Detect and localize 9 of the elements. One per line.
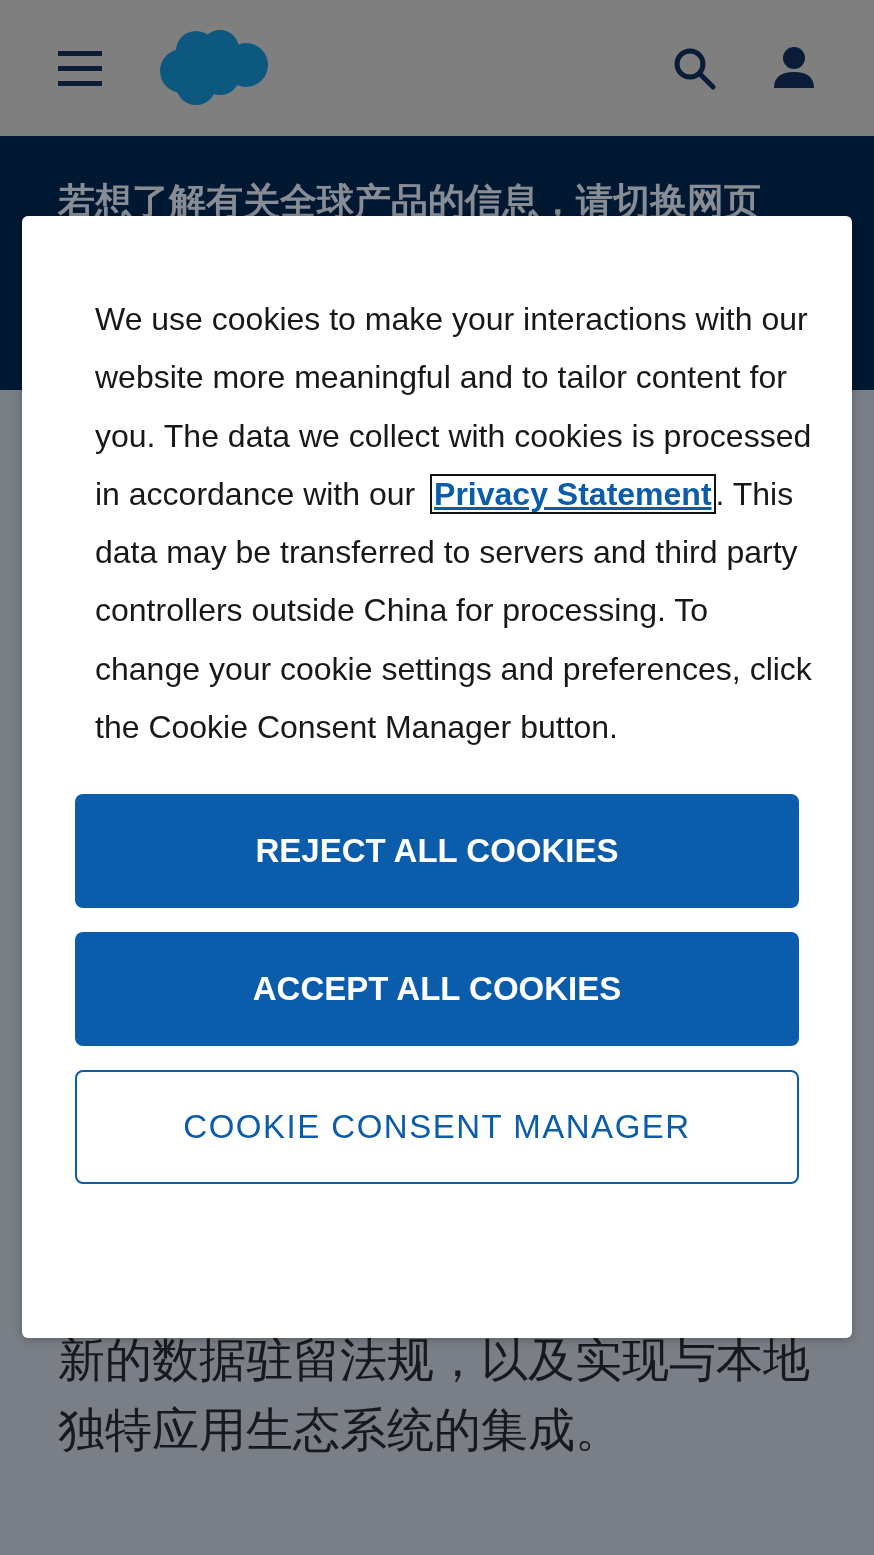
privacy-statement-link[interactable]: Privacy Statement: [430, 473, 716, 514]
cookie-button[interactable]: REJECT ALL COOKIES: [75, 794, 799, 909]
body-text: 新的数据驻留法规，以及实现与本地独特应用生态系统的集成。: [58, 1332, 811, 1458]
cookie-button[interactable]: ACCEPT ALL COOKIES: [75, 932, 799, 1047]
menu-icon[interactable]: [58, 49, 102, 87]
user-icon[interactable]: [772, 46, 816, 90]
cookie-notice-text: We use cookies to make your interactions with our website more meaningful and to tailor content for you. The data we collect with cookies is processed in accordance with our Privacy Statement. This data may be transferred to servers and third party controllers outside China for processing. To change your cookie settings and preferences, click the Cookie Consent Manager button.: [95, 300, 813, 748]
search-icon[interactable]: [672, 46, 716, 90]
cookie-button[interactable]: COOKIE CONSENT MANAGER: [75, 1070, 799, 1185]
